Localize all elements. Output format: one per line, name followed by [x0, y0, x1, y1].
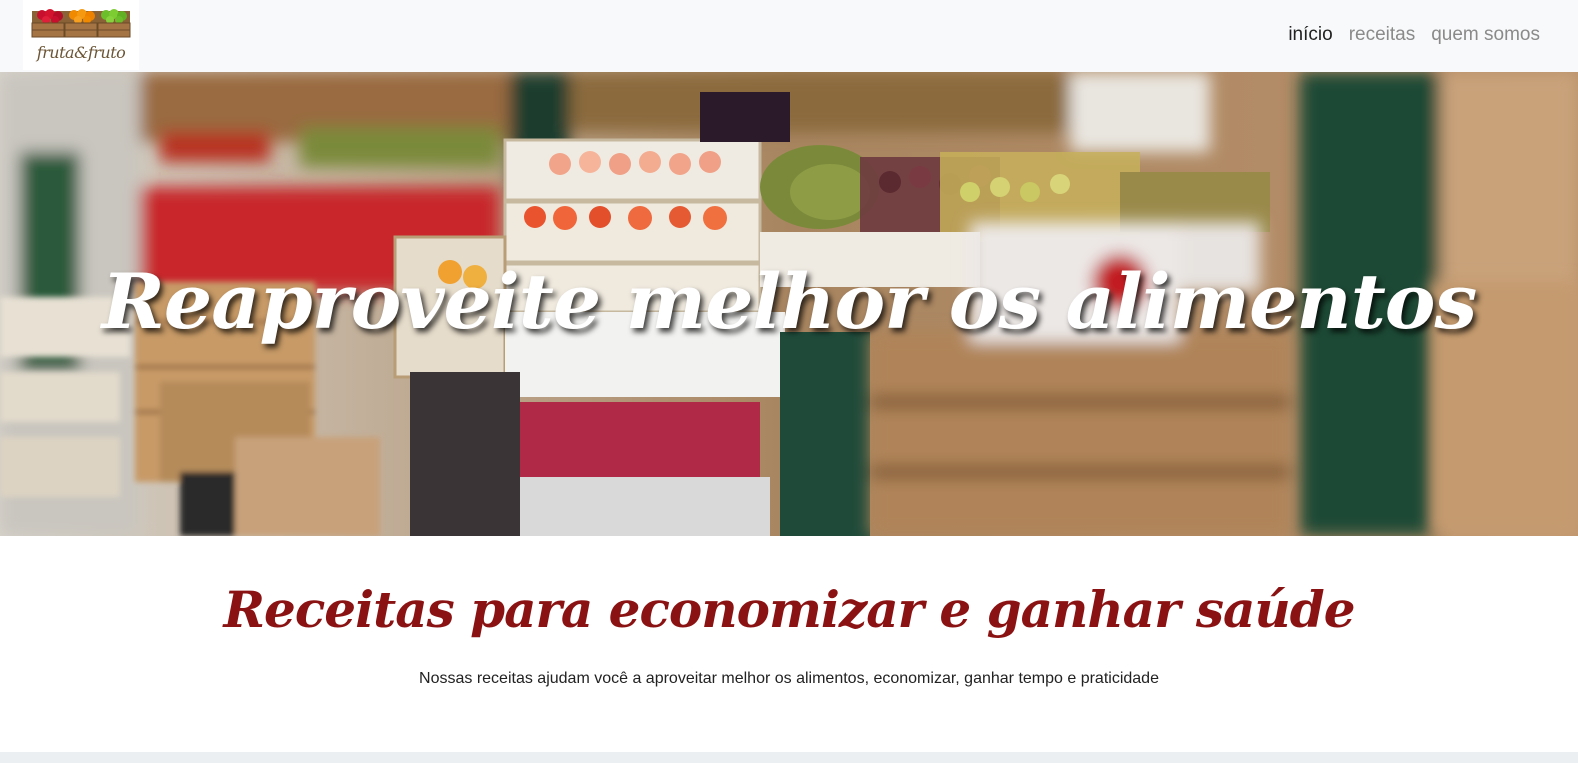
hero-title: Reaproveite melhor os alimentos — [101, 257, 1478, 346]
next-section-edge — [0, 752, 1578, 763]
navbar: fruta&fruto início receitas quem somos — [0, 0, 1578, 72]
nav-link-receitas[interactable]: receitas — [1341, 24, 1424, 46]
hero-banner: Reaproveite melhor os alimentos — [0, 72, 1578, 536]
main-nav: início receitas quem somos — [1280, 24, 1548, 46]
nav-link-inicio[interactable]: início — [1280, 24, 1340, 46]
fruit-crates-logo-icon — [31, 9, 131, 38]
section-subtitle: Nossas receitas ajudam você a aproveitar… — [419, 670, 1159, 687]
brand-logo[interactable]: fruta&fruto — [23, 0, 139, 70]
brand-text: fruta&fruto — [36, 43, 126, 62]
section-title: Receitas para economizar e ganhar saúde — [223, 580, 1355, 639]
nav-link-quem-somos[interactable]: quem somos — [1423, 24, 1548, 46]
